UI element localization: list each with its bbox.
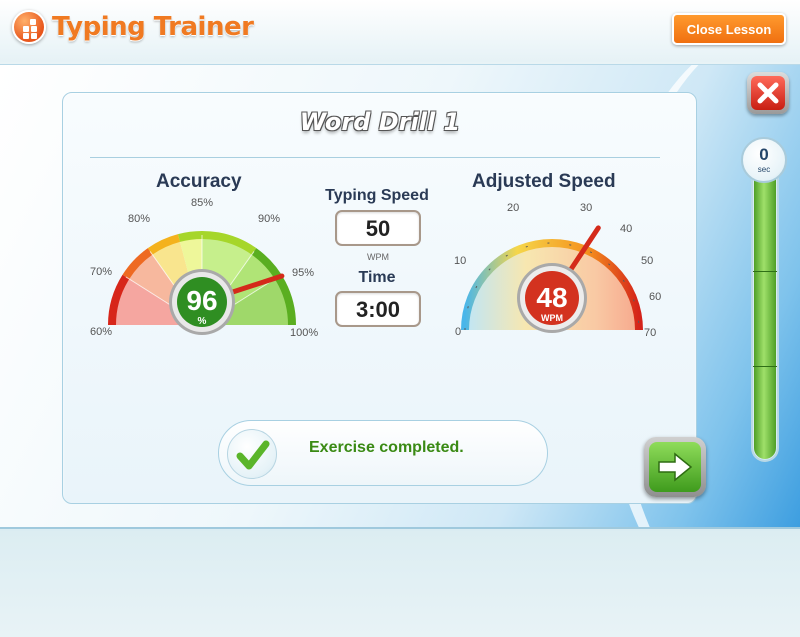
arrow-right-icon [649,442,701,492]
accuracy-tick: 90% [258,213,280,225]
checkmark-icon [227,429,277,479]
status-panel: Exercise completed. [218,420,548,486]
typing-speed-unit: WPM [367,252,389,262]
accuracy-tick: 85% [191,197,213,209]
close-icon [751,76,785,110]
accuracy-tick: 100% [290,327,318,339]
accuracy-gauge: 60% 70% 80% 85% 90% 95% 100% 96 % [90,197,318,339]
timer-tick [753,366,777,367]
logo-icon [12,10,46,44]
accuracy-tick: 70% [90,266,112,278]
speed-tick: 0 [455,326,461,338]
typing-speed-label: Typing Speed [325,187,429,204]
accuracy-value: 96 [186,285,217,316]
timer-knob: 0 sec [741,137,787,183]
app-title: Typing Trainer [52,12,254,42]
speed-tick: 10 [454,255,466,267]
speed-tick: 30 [580,202,592,214]
typing-speed-box: 50 WPM [335,210,421,262]
speed-tick: 60 [649,291,661,303]
speed-tick: 50 [641,255,653,267]
top-bar: Typing Trainer Close Lesson [0,0,800,62]
adjusted-speed-value: 48 [536,282,567,313]
speed-tick: 70 [644,327,656,339]
next-button[interactable] [644,437,706,497]
typing-speed-value: 50 [365,216,391,241]
time-value: 3:00 [355,297,401,322]
timer-bar [753,160,777,460]
time-box: 3:00 [335,291,421,327]
title-divider [90,157,660,158]
speed-tick: 20 [507,202,519,214]
accuracy-tick: 95% [292,267,314,279]
accuracy-tick: 60% [90,326,112,338]
timer-value: 0 [759,145,769,164]
accuracy-unit: % [198,316,207,327]
bottom-strip [0,531,800,637]
status-message: Exercise completed. [309,439,464,456]
app-logo: Typing Trainer [12,10,254,44]
close-lesson-button[interactable]: Close Lesson [672,13,786,45]
time-label: Time [358,269,396,286]
drill-title: Word Drill 1 [299,108,461,136]
adjusted-speed-gauge: 0 10 20 30 40 50 60 70 48 WPM [454,202,661,339]
speed-tick: 40 [620,223,632,235]
accuracy-tick: 80% [128,213,150,225]
adjusted-speed-unit: WPM [541,313,563,323]
timer-tick [753,271,777,272]
timer-unit: sec [757,165,771,174]
